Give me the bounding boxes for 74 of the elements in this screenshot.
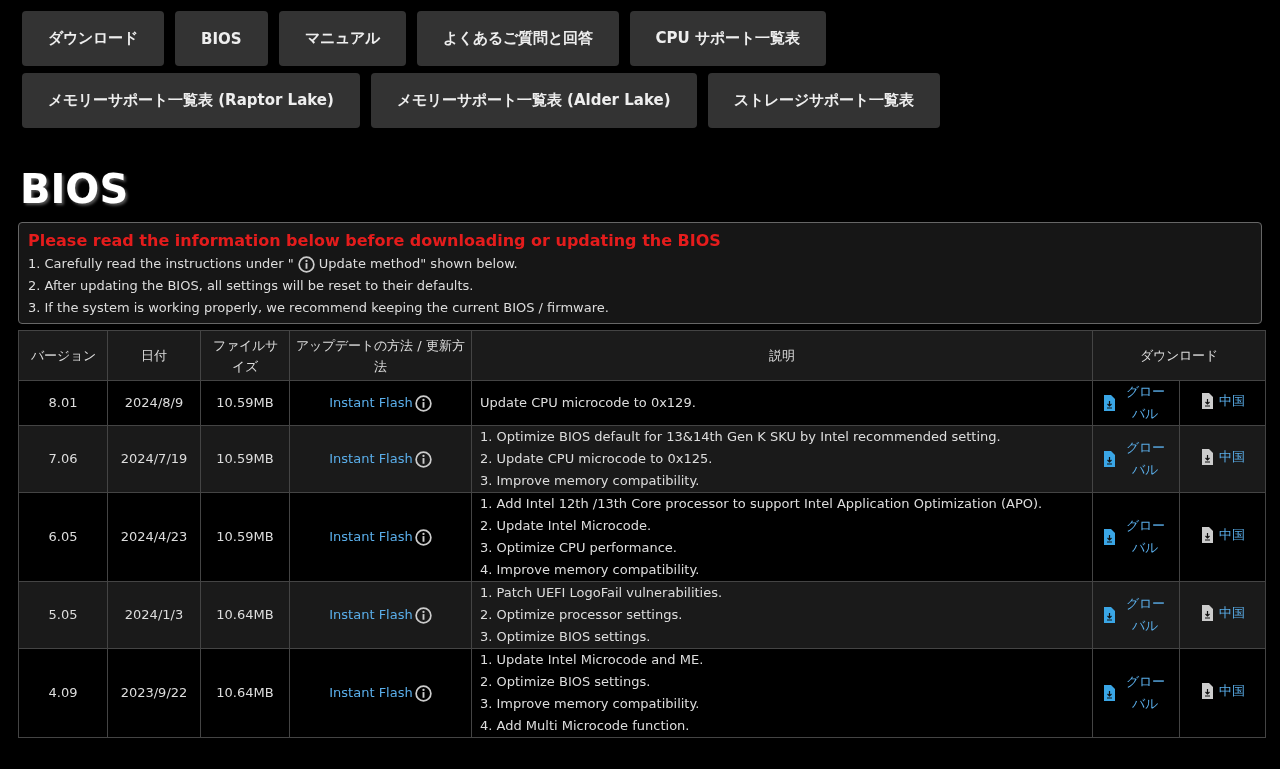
description-line: Update CPU microcode to 0x129. xyxy=(480,394,697,412)
section-heading: BIOS xyxy=(20,165,130,214)
description-line: 4. Add Multi Microcode function. xyxy=(480,717,691,735)
table-cell: 4.09 xyxy=(18,648,108,738)
file-download-icon xyxy=(1200,527,1213,543)
nav-button[interactable]: マニュアル xyxy=(278,11,406,66)
description-line: 3. Improve memory compatibility. xyxy=(480,695,701,713)
info-icon xyxy=(414,606,432,624)
method-link[interactable]: Instant Flash xyxy=(329,604,432,626)
description-line: 3. Optimize CPU performance. xyxy=(480,539,678,557)
download-link[interactable]: 中国 xyxy=(1200,602,1245,624)
info-icon xyxy=(414,528,432,546)
info-icon xyxy=(414,684,432,702)
description-line: 4. Improve memory compatibility. xyxy=(480,561,701,579)
info-icon xyxy=(414,394,432,412)
file-download-icon xyxy=(1200,449,1213,465)
description-line: 1. Add Intel 12th /13th Core processor to support Intel Application Optimization (APO). xyxy=(480,495,1044,513)
table-cell: 10.64MB xyxy=(200,648,290,738)
table-cell: 10.59MB xyxy=(200,492,290,582)
file-download-icon xyxy=(1103,529,1115,545)
notice-text: Update method" shown below. xyxy=(318,255,518,273)
file-download-icon xyxy=(1200,683,1213,699)
table-cell: 2024/4/23 xyxy=(107,492,201,582)
file-download-icon xyxy=(1103,451,1115,467)
table-cell: 2024/1/3 xyxy=(107,581,201,649)
table-cell: 10.59MB xyxy=(200,380,290,426)
table-cell: 8.01 xyxy=(18,380,108,426)
file-download-icon xyxy=(1200,605,1213,621)
info-icon xyxy=(414,450,432,468)
file-download-icon xyxy=(1103,685,1115,701)
description-line: 1. Update Intel Microcode and ME. xyxy=(480,651,705,669)
description-line: 2. Optimize BIOS settings. xyxy=(480,673,652,691)
table-cell: 10.64MB xyxy=(200,581,290,649)
table-cell: 2024/7/19 xyxy=(107,425,201,493)
description-line: 3. Improve memory compatibility. xyxy=(480,472,701,490)
info-icon xyxy=(297,255,315,273)
table-cell: 10.59MB xyxy=(200,425,290,493)
description-line: 2. Update CPU microcode to 0x125. xyxy=(480,450,714,468)
file-download-icon xyxy=(1103,395,1115,411)
notice-text: 1. Carefully read the instructions under " xyxy=(28,255,294,273)
nav-button[interactable]: BIOS xyxy=(175,11,268,66)
column-header: ダウンロード xyxy=(1092,330,1266,381)
nav-button[interactable]: メモリーサポート一覧表 (Alder Lake) xyxy=(370,73,697,128)
file-download-icon xyxy=(1200,393,1213,409)
download-link[interactable]: 中国 xyxy=(1200,524,1245,546)
column-header: バージョン xyxy=(18,330,108,381)
table-cell: 2024/8/9 xyxy=(107,380,201,426)
column-header: 説明 xyxy=(471,330,1093,381)
table-cell: 2023/9/22 xyxy=(107,648,201,738)
nav-button[interactable]: ダウンロード xyxy=(22,11,164,66)
notice-title: Please read the information below before downloading or updating the BIOS xyxy=(28,230,722,252)
nav-button[interactable]: よくあるご質問と回答 xyxy=(416,11,619,66)
nav-button[interactable]: CPU サポート一覧表 xyxy=(629,11,826,66)
notice-text: 2. After updating the BIOS, all settings will be reset to their defaults. xyxy=(28,277,474,295)
download-link[interactable]: 中国 xyxy=(1200,680,1245,702)
file-download-icon xyxy=(1103,607,1115,623)
table-cell: 7.06 xyxy=(18,425,108,493)
description-line: 1. Optimize BIOS default for 13&14th Gen K SKU by Intel recommended setting. xyxy=(480,428,1002,446)
column-header: 日付 xyxy=(107,330,201,381)
method-link[interactable]: Instant Flash xyxy=(329,682,432,704)
method-link[interactable]: Instant Flash xyxy=(329,526,432,548)
notice-text: 3. If the system is working properly, we recommend keeping the current BIOS / firmware. xyxy=(28,299,609,317)
column-header: アップデートの方法 / 更新方法 xyxy=(289,330,472,381)
column-header: ファイルサイズ xyxy=(200,330,290,381)
table-cell: 5.05 xyxy=(18,581,108,649)
description-line: 2. Optimize processor settings. xyxy=(480,606,684,624)
description-line: 1. Patch UEFI LogoFail vulnerabilities. xyxy=(480,584,724,602)
nav-button[interactable]: ストレージサポート一覧表 xyxy=(707,73,940,128)
table-cell: 6.05 xyxy=(18,492,108,582)
description-line: 3. Optimize BIOS settings. xyxy=(480,628,652,646)
nav-button[interactable]: メモリーサポート一覧表 (Raptor Lake) xyxy=(22,73,360,128)
description-line: 2. Update Intel Microcode. xyxy=(480,517,653,535)
method-link[interactable]: Instant Flash xyxy=(329,448,432,470)
download-link[interactable]: 中国 xyxy=(1200,446,1245,468)
